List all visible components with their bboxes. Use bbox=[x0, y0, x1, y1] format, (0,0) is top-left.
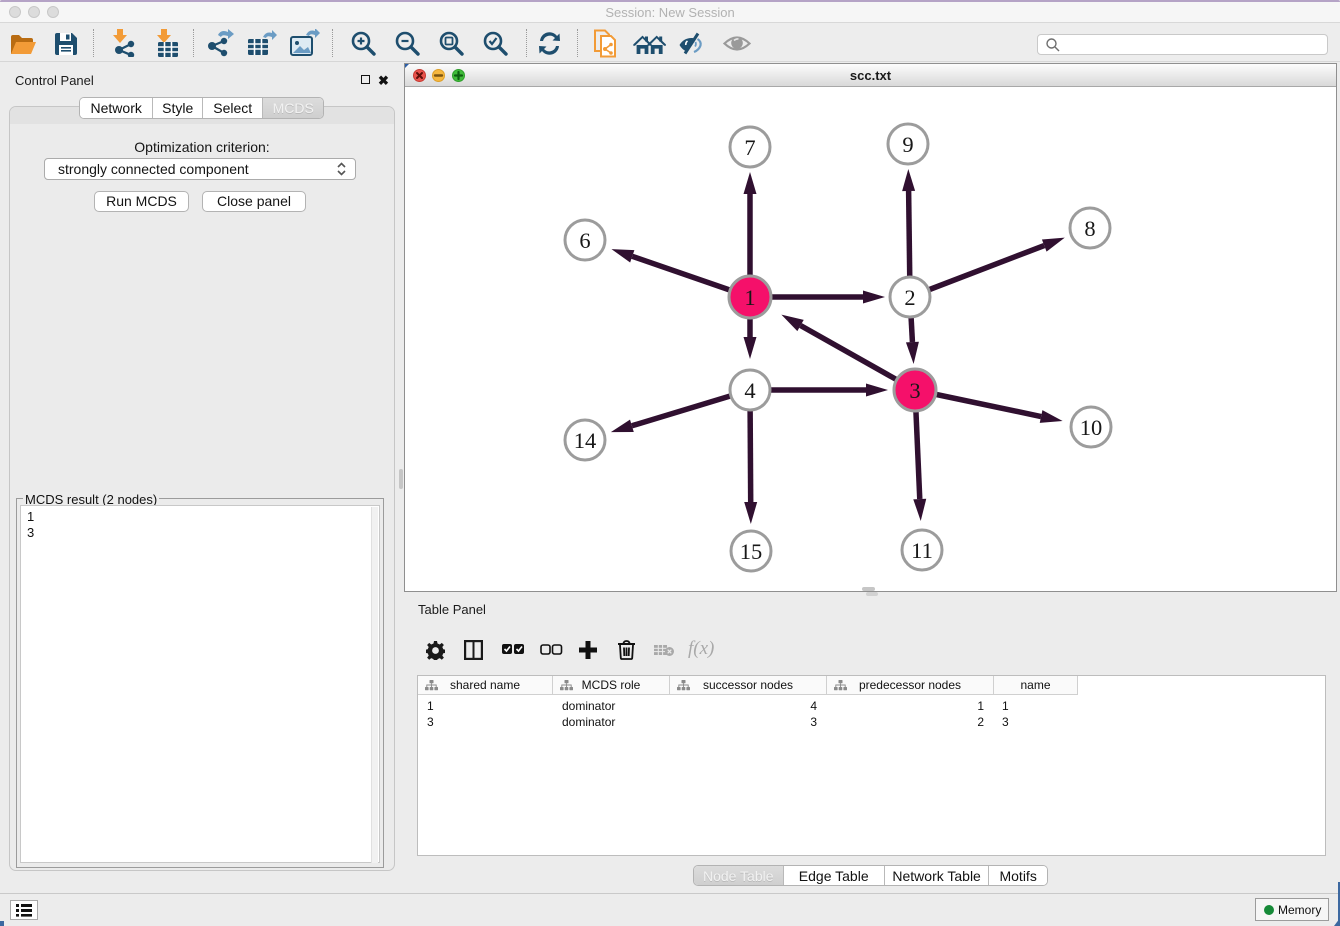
svg-text:10: 10 bbox=[1080, 415, 1103, 440]
svg-text:8: 8 bbox=[1084, 216, 1095, 241]
svg-text:9: 9 bbox=[902, 132, 913, 157]
svg-text:4: 4 bbox=[744, 378, 755, 403]
svg-text:15: 15 bbox=[740, 539, 763, 564]
svg-text:6: 6 bbox=[579, 228, 590, 253]
svg-text:3: 3 bbox=[909, 378, 920, 403]
svg-text:11: 11 bbox=[911, 538, 933, 563]
svg-text:1: 1 bbox=[744, 285, 755, 310]
svg-text:2: 2 bbox=[904, 285, 915, 310]
svg-text:7: 7 bbox=[744, 135, 755, 160]
svg-text:14: 14 bbox=[574, 428, 597, 453]
